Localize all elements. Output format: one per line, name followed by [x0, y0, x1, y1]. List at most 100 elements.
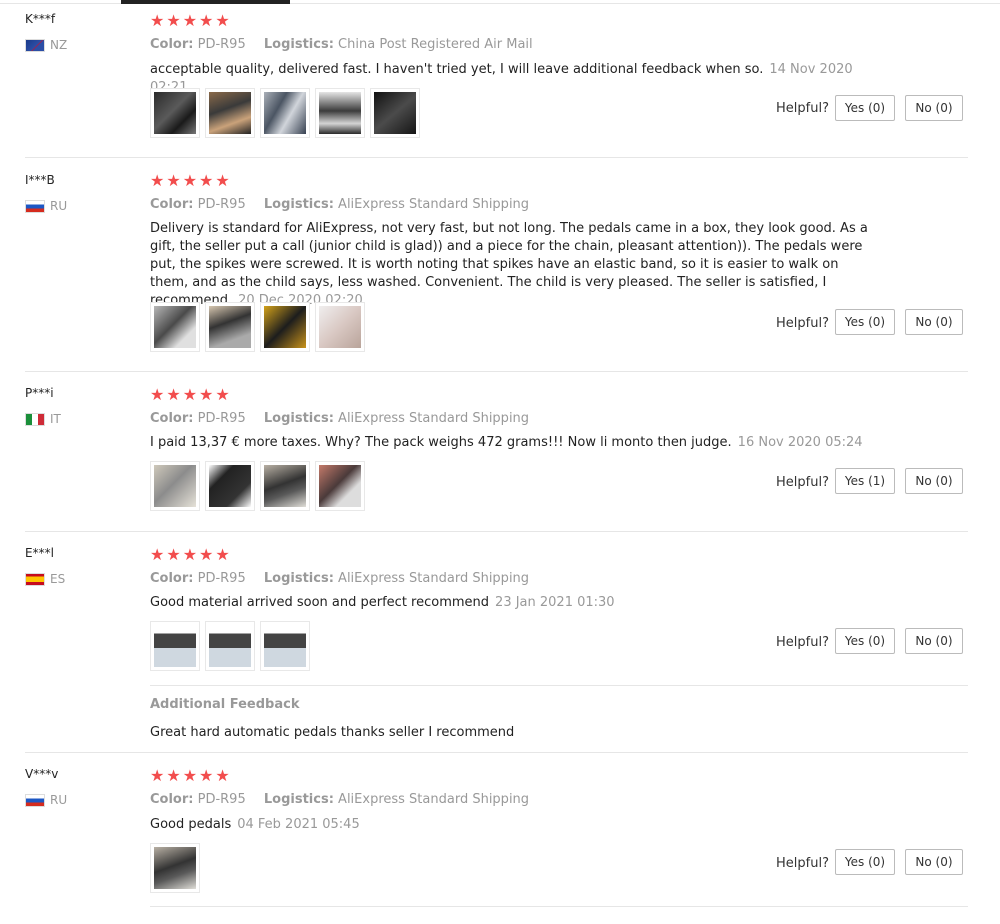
- logistics-value: AliExpress Standard Shipping: [338, 792, 530, 807]
- review-image[interactable]: [205, 621, 255, 671]
- logistics-value: AliExpress Standard Shipping: [338, 571, 530, 586]
- review-image[interactable]: [150, 621, 200, 671]
- color-value: PD-R95: [197, 37, 246, 52]
- review-image[interactable]: [260, 621, 310, 671]
- color-value: PD-R95: [197, 571, 246, 586]
- additional-feedback-title: Additional Feedback: [150, 697, 300, 712]
- review-images: [150, 302, 370, 352]
- reviewer-country: NZ: [25, 38, 67, 52]
- review-text-block: Good material arrived soon and perfect r…: [150, 594, 870, 612]
- review-image[interactable]: [260, 88, 310, 138]
- additional-feedback-divider: [150, 906, 968, 907]
- reviewer-name: I***B: [25, 173, 55, 187]
- logistics-label: Logistics:: [263, 571, 334, 586]
- review-text-block: Delivery is standard for AliExpress, not…: [150, 220, 870, 310]
- reviewer-country: RU: [25, 199, 67, 213]
- color-label: Color:: [150, 411, 194, 426]
- country-code: NZ: [50, 38, 68, 52]
- review-meta: Color: PD-R95 Logistics: AliExpress Stan…: [150, 792, 529, 807]
- helpful-yes-button[interactable]: Yes (1): [835, 468, 895, 494]
- helpful-label: Helpful?: [776, 316, 829, 331]
- active-tab-indicator: [121, 0, 290, 4]
- review-divider: [25, 371, 968, 372]
- reviewer-name: E***l: [25, 546, 54, 560]
- reviewer-country: RU: [25, 793, 67, 807]
- review-text: acceptable quality, delivered fast. I ha…: [150, 62, 764, 77]
- logistics-value: AliExpress Standard Shipping: [338, 411, 530, 426]
- review-text: Good material arrived soon and perfect r…: [150, 595, 490, 610]
- review-divider: [25, 531, 968, 532]
- review-image[interactable]: [150, 302, 200, 352]
- review-image[interactable]: [150, 88, 200, 138]
- review-image[interactable]: [315, 302, 365, 352]
- review-date: 16 Nov 2020 05:24: [737, 435, 863, 450]
- review-date: 23 Jan 2021 01:30: [495, 595, 615, 610]
- helpful-no-button[interactable]: No (0): [905, 849, 963, 875]
- review-image[interactable]: [150, 461, 200, 511]
- review-images: [150, 461, 370, 511]
- logistics-label: Logistics:: [263, 197, 334, 212]
- rating-stars: ★★★★★: [150, 545, 232, 564]
- color-label: Color:: [150, 792, 194, 807]
- review-text: Good pedals: [150, 817, 232, 832]
- review-divider: [25, 157, 968, 158]
- helpful-label: Helpful?: [776, 475, 829, 490]
- color-label: Color:: [150, 571, 194, 586]
- color-label: Color:: [150, 197, 194, 212]
- helpful-no-button[interactable]: No (0): [905, 468, 963, 494]
- helpful-yes-button[interactable]: Yes (0): [835, 628, 895, 654]
- helpful-no-button[interactable]: No (0): [905, 628, 963, 654]
- review-meta: Color: PD-R95 Logistics: AliExpress Stan…: [150, 411, 529, 426]
- logistics-value: AliExpress Standard Shipping: [338, 197, 530, 212]
- review-images: [150, 843, 205, 893]
- helpful-yes-button[interactable]: Yes (0): [835, 849, 895, 875]
- tab-bar: [0, 0, 1000, 5]
- review-image[interactable]: [205, 302, 255, 352]
- logistics-label: Logistics:: [263, 37, 334, 52]
- helpful-yes-button[interactable]: Yes (0): [835, 95, 895, 121]
- review-image[interactable]: [315, 461, 365, 511]
- logistics-label: Logistics:: [263, 411, 334, 426]
- review-meta: Color: PD-R95 Logistics: AliExpress Stan…: [150, 197, 529, 212]
- logistics-label: Logistics:: [263, 792, 334, 807]
- review-image[interactable]: [370, 88, 420, 138]
- color-value: PD-R95: [197, 197, 246, 212]
- country-code: RU: [50, 199, 68, 213]
- review-text-block: I paid 13,37 € more taxes. Why? The pack…: [150, 434, 870, 452]
- review-image[interactable]: [260, 461, 310, 511]
- rating-stars: ★★★★★: [150, 766, 232, 785]
- review-meta: Color: PD-R95 Logistics: China Post Regi…: [150, 37, 533, 52]
- rating-stars: ★★★★★: [150, 11, 232, 30]
- helpful-label: Helpful?: [776, 635, 829, 650]
- review-divider: [25, 752, 968, 753]
- helpful-no-button[interactable]: No (0): [905, 95, 963, 121]
- country-code: IT: [50, 412, 61, 426]
- country-code: ES: [50, 572, 66, 586]
- color-value: PD-R95: [197, 792, 246, 807]
- review-image[interactable]: [205, 461, 255, 511]
- helpful-label: Helpful?: [776, 856, 829, 871]
- color-label: Color:: [150, 37, 194, 52]
- flag-ru-icon: [25, 199, 45, 213]
- flag-ru-icon: [25, 793, 45, 807]
- review-text-block: Good pedals 04 Feb 2021 05:45: [150, 816, 870, 834]
- review-meta: Color: PD-R95 Logistics: AliExpress Stan…: [150, 571, 529, 586]
- helpful-no-button[interactable]: No (0): [905, 309, 963, 335]
- logistics-value: China Post Registered Air Mail: [338, 37, 533, 52]
- additional-feedback-divider: [150, 685, 968, 686]
- review-images: [150, 621, 315, 671]
- flag-nz-icon: [25, 38, 45, 52]
- reviewer-country: IT: [25, 412, 61, 426]
- reviewer-country: ES: [25, 572, 65, 586]
- review-image[interactable]: [260, 302, 310, 352]
- rating-stars: ★★★★★: [150, 171, 232, 190]
- review-image[interactable]: [315, 88, 365, 138]
- review-image[interactable]: [205, 88, 255, 138]
- helpful-yes-button[interactable]: Yes (0): [835, 309, 895, 335]
- flag-es-icon: [25, 572, 45, 586]
- review-image[interactable]: [150, 843, 200, 893]
- reviewer-name: K***f: [25, 12, 56, 26]
- review-date: 04 Feb 2021 05:45: [237, 817, 360, 832]
- additional-feedback-text: Great hard automatic pedals thanks selle…: [150, 725, 515, 740]
- helpful-label: Helpful?: [776, 101, 829, 116]
